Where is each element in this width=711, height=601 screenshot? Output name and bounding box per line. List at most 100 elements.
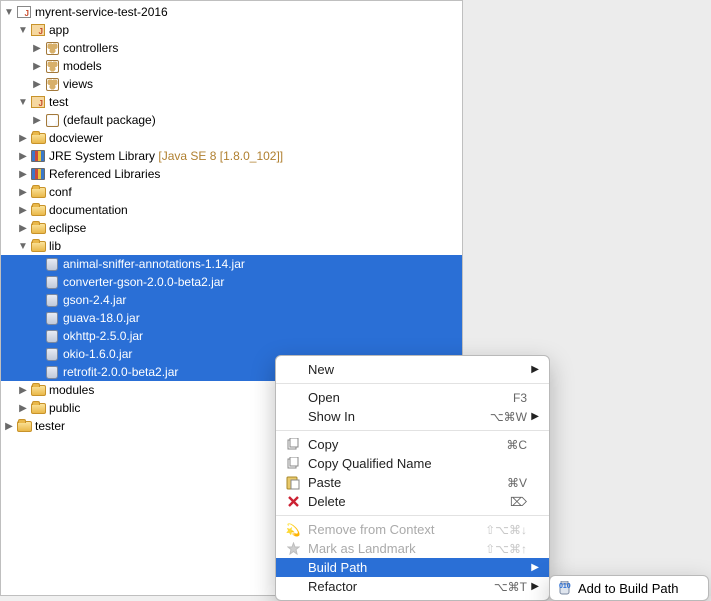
expand-arrow[interactable]: ▶ xyxy=(3,421,15,432)
shortcut: ⌘V xyxy=(507,476,527,490)
expand-arrow[interactable]: ▶ xyxy=(17,133,29,144)
jar-file[interactable]: ▶ animal-sniffer-annotations-1.14.jar xyxy=(1,255,462,273)
menu-label: Copy Qualified Name xyxy=(308,456,527,471)
menu-mark-as-landmark: Mark as Landmark ⇧⌥⌘↑ xyxy=(276,539,549,558)
svg-text:010: 010 xyxy=(559,583,571,590)
menu-open[interactable]: Open F3 xyxy=(276,388,549,407)
menu-new[interactable]: New ▶ xyxy=(276,360,549,379)
node-label: eclipse xyxy=(49,221,86,235)
jar-icon xyxy=(44,364,60,380)
menu-paste[interactable]: Paste ⌘V xyxy=(276,473,549,492)
expand-arrow[interactable]: ▶ xyxy=(17,151,29,162)
package-models[interactable]: ▶ models xyxy=(1,57,462,75)
menu-label: Mark as Landmark xyxy=(308,541,475,556)
menu-copy-qualified-name[interactable]: Copy Qualified Name xyxy=(276,454,549,473)
folder-eclipse[interactable]: ▶ eclipse xyxy=(1,219,462,237)
folder-icon xyxy=(30,220,46,236)
jre-text: JRE System Library xyxy=(49,149,155,163)
folder-icon xyxy=(16,418,32,434)
node-label: controllers xyxy=(63,41,118,55)
jar-label: gson-2.4.jar xyxy=(63,293,126,307)
jar-label: retrofit-2.0.0-beta2.jar xyxy=(63,365,178,379)
expand-arrow[interactable]: ▶ xyxy=(31,79,43,90)
source-folder-icon xyxy=(30,22,46,38)
menu-label: Refactor xyxy=(308,579,484,594)
jar-file[interactable]: ▶ okhttp-2.5.0.jar xyxy=(1,327,462,345)
menu-add-to-build-path[interactable]: 010 Add to Build Path xyxy=(550,579,708,597)
folder-docviewer[interactable]: ▶ docviewer xyxy=(1,129,462,147)
package-default[interactable]: ▶ (default package) xyxy=(1,111,462,129)
folder-app[interactable]: ▼ app xyxy=(1,21,462,39)
menu-refactor[interactable]: Refactor ⌥⌘T ▶ xyxy=(276,577,549,596)
folder-icon xyxy=(30,382,46,398)
shortcut: ⌥⌘W xyxy=(490,410,527,424)
submenu-arrow-icon: ▶ xyxy=(527,562,539,573)
expand-arrow[interactable]: ▶ xyxy=(17,385,29,396)
expand-arrow[interactable]: ▶ xyxy=(17,223,29,234)
menu-remove-from-context: 💫 Remove from Context ⇧⌥⌘↓ xyxy=(276,520,549,539)
jar-label: animal-sniffer-annotations-1.14.jar xyxy=(63,257,245,271)
jar-label: okio-1.6.0.jar xyxy=(63,347,132,361)
menu-label: Delete xyxy=(308,494,500,509)
folder-icon xyxy=(30,238,46,254)
shortcut: ⌥⌘T xyxy=(494,580,527,594)
expand-arrow[interactable]: ▶ xyxy=(17,187,29,198)
menu-delete[interactable]: Delete ⌦ xyxy=(276,492,549,511)
menu-build-path[interactable]: Build Path ▶ xyxy=(276,558,549,577)
jre-library[interactable]: ▶ JRE System Library [Java SE 8 [1.8.0_1… xyxy=(1,147,462,165)
menu-show-in[interactable]: Show In ⌥⌘W ▶ xyxy=(276,407,549,426)
node-label: (default package) xyxy=(63,113,156,127)
expand-arrow[interactable]: ▶ xyxy=(31,61,43,72)
expand-arrow[interactable]: ▶ xyxy=(17,205,29,216)
package-controllers[interactable]: ▶ controllers xyxy=(1,39,462,57)
source-folder-icon xyxy=(30,94,46,110)
node-label: JRE System Library [Java SE 8 [1.8.0_102… xyxy=(49,149,283,163)
project-icon xyxy=(16,4,32,20)
shortcut: ⌦ xyxy=(510,495,527,509)
jar-file[interactable]: ▶ converter-gson-2.0.0-beta2.jar xyxy=(1,273,462,291)
node-label: models xyxy=(63,59,102,73)
node-label: lib xyxy=(49,239,61,253)
submenu-arrow-icon: ▶ xyxy=(527,364,539,375)
node-label: Referenced Libraries xyxy=(49,167,160,181)
shortcut: ⇧⌥⌘↑ xyxy=(485,542,527,556)
folder-test[interactable]: ▼ test xyxy=(1,93,462,111)
copy-icon xyxy=(284,457,302,471)
expand-arrow[interactable]: ▶ xyxy=(17,169,29,180)
jar-file[interactable]: ▶ guava-18.0.jar xyxy=(1,309,462,327)
menu-label: Build Path xyxy=(308,560,527,575)
expand-arrow[interactable]: ▼ xyxy=(17,97,29,108)
package-icon xyxy=(44,76,60,92)
package-views[interactable]: ▶ views xyxy=(1,75,462,93)
jar-file[interactable]: ▶ gson-2.4.jar xyxy=(1,291,462,309)
menu-label: Open xyxy=(308,390,503,405)
package-icon xyxy=(44,40,60,56)
menu-copy[interactable]: Copy ⌘C xyxy=(276,435,549,454)
expand-arrow[interactable]: ▼ xyxy=(17,25,29,36)
folder-documentation[interactable]: ▶ documentation xyxy=(1,201,462,219)
expand-arrow[interactable]: ▶ xyxy=(17,403,29,414)
folder-icon xyxy=(30,202,46,218)
referenced-libraries[interactable]: ▶ Referenced Libraries xyxy=(1,165,462,183)
paste-icon xyxy=(284,476,302,490)
copy-icon xyxy=(284,438,302,452)
remove-context-icon: 💫 xyxy=(284,523,302,537)
folder-conf[interactable]: ▶ conf xyxy=(1,183,462,201)
jar-label: guava-18.0.jar xyxy=(63,311,140,325)
node-label: conf xyxy=(49,185,72,199)
build-path-submenu: 010 Add to Build Path xyxy=(549,575,709,601)
node-label: modules xyxy=(49,383,94,397)
library-icon xyxy=(30,148,46,164)
folder-lib[interactable]: ▼ lib xyxy=(1,237,462,255)
library-icon xyxy=(30,166,46,182)
jar-icon xyxy=(44,328,60,344)
project-root[interactable]: ▼ myrent-service-test-2016 xyxy=(1,3,462,21)
shortcut: ⇧⌥⌘↓ xyxy=(485,523,527,537)
node-label: docviewer xyxy=(49,131,103,145)
menu-label: Remove from Context xyxy=(308,522,475,537)
expand-arrow[interactable]: ▼ xyxy=(3,7,15,18)
expand-arrow[interactable]: ▶ xyxy=(31,115,43,126)
expand-arrow[interactable]: ▶ xyxy=(31,43,43,54)
expand-arrow[interactable]: ▼ xyxy=(17,241,29,252)
folder-icon xyxy=(30,184,46,200)
